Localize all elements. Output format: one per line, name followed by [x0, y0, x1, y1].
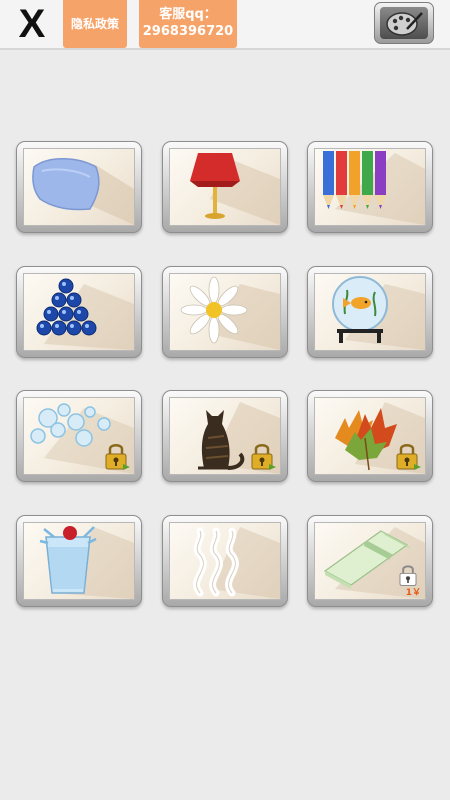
- top-bar: X 隐私政策 客服qq： 2968396720: [0, 0, 450, 50]
- tile-daisy[interactable]: [162, 266, 288, 358]
- daisy-icon: [180, 276, 280, 350]
- privacy-policy-button[interactable]: 隐私政策: [63, 0, 127, 48]
- price-label: 1￥: [405, 588, 421, 598]
- palette-icon: [380, 7, 428, 39]
- fishbowl-icon: [332, 276, 425, 350]
- customer-service-qq-button[interactable]: 客服qq： 2968396720: [139, 0, 237, 48]
- palette-button[interactable]: [374, 2, 434, 44]
- tile-bubbles[interactable]: [16, 390, 142, 482]
- tile-lamp[interactable]: [162, 141, 288, 233]
- lock-icon: [399, 565, 417, 586]
- qq-label: 客服qq：: [159, 7, 217, 22]
- close-button[interactable]: X: [10, 2, 54, 46]
- tile-colored-pencils[interactable]: [307, 141, 433, 233]
- tile-pillow[interactable]: [16, 141, 142, 233]
- colored-pencils-icon: [323, 151, 425, 225]
- tile-eraser[interactable]: 1￥: [307, 515, 433, 607]
- tile-drink-cup[interactable]: [16, 515, 142, 607]
- lock-icon: [105, 444, 130, 470]
- lock-icon: [251, 444, 276, 470]
- tile-autumn-leaves[interactable]: [307, 390, 433, 482]
- qq-number: 2968396720: [142, 24, 234, 39]
- drink-cup-icon: [39, 526, 134, 599]
- tile-marbles[interactable]: [16, 266, 142, 358]
- marbles-icon: [36, 278, 134, 350]
- tile-steam[interactable]: [162, 515, 288, 607]
- tile-cat[interactable]: [162, 390, 288, 482]
- steam-icon: [193, 527, 280, 599]
- lamp-icon: [190, 153, 280, 225]
- pillow-icon: [32, 158, 134, 225]
- lock-icon: [396, 444, 421, 470]
- tile-fishbowl[interactable]: [307, 266, 433, 358]
